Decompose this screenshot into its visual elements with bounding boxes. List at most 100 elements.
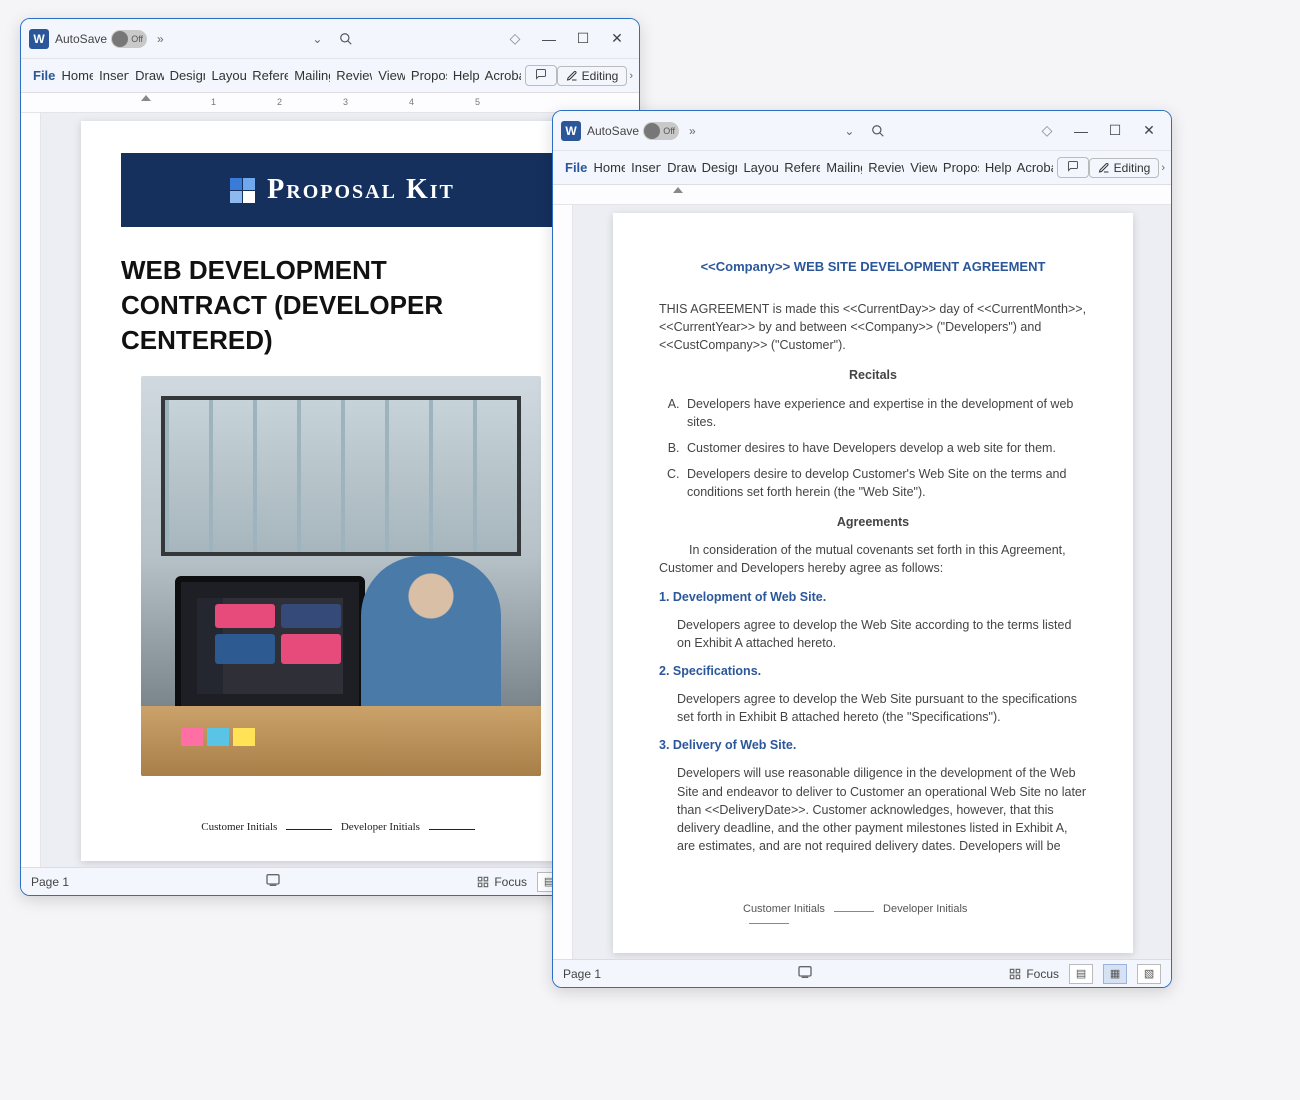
accessibility-icon[interactable] [265, 872, 281, 891]
menu-draw[interactable]: Draw [129, 62, 163, 89]
vertical-ruler[interactable] [553, 205, 573, 959]
menu-acrobat[interactable]: Acrobat [1011, 154, 1053, 181]
ribbon-tabs: File Home Insert Draw Design Layout Refe… [21, 59, 639, 93]
close-button[interactable]: ✕ [1135, 117, 1163, 145]
menu-mailings[interactable]: Mailings [288, 62, 330, 89]
developer-initials-blank[interactable] [749, 923, 789, 924]
horizontal-ruler[interactable] [553, 185, 1171, 205]
menu-proposal[interactable]: Proposal [405, 62, 447, 89]
titlebar: W AutoSave Off » ⌄ ◇ — ☐ ✕ [553, 111, 1171, 151]
comments-button[interactable] [1057, 157, 1089, 178]
menu-review[interactable]: Review [862, 154, 904, 181]
agreements-intro: In consideration of the mutual covenants… [659, 541, 1087, 577]
menu-draw[interactable]: Draw [661, 154, 695, 181]
word-app-icon: W [29, 29, 49, 49]
diamond-icon[interactable]: ◇ [501, 25, 529, 53]
section-3-head: 3. Delivery of Web Site. [659, 736, 1087, 754]
search-icon[interactable] [332, 25, 360, 53]
menu-view[interactable]: View [904, 154, 937, 181]
autosave-toggle[interactable]: AutoSave Off [587, 122, 679, 140]
maximize-button[interactable]: ☐ [569, 25, 597, 53]
customer-initials-blank[interactable] [834, 911, 874, 912]
menu-layout[interactable]: Layout [205, 62, 246, 89]
menu-file[interactable]: File [559, 154, 588, 181]
document-area[interactable]: Proposal Kit WEB DEVELOPMENT CONTRACT (D… [21, 113, 639, 867]
menu-file[interactable]: File [27, 62, 56, 89]
page-1[interactable]: Proposal Kit WEB DEVELOPMENT CONTRACT (D… [81, 121, 601, 861]
diamond-icon[interactable]: ◇ [1033, 117, 1061, 145]
initials-footer: Customer Initials Developer Initials [121, 821, 561, 833]
page-number-label[interactable]: Page 1 [563, 967, 601, 981]
menu-references[interactable]: References [246, 62, 288, 89]
title-dropdown-icon[interactable]: ⌄ [840, 124, 858, 138]
focus-label: Focus [1026, 967, 1059, 981]
menu-proposal[interactable]: Proposal [937, 154, 979, 181]
search-icon[interactable] [864, 117, 892, 145]
minimize-button[interactable]: — [1067, 117, 1095, 145]
indent-marker[interactable] [141, 95, 151, 101]
vertical-ruler[interactable] [21, 113, 41, 867]
recital-a: Developers have experience and expertise… [683, 395, 1087, 431]
menu-home[interactable]: Home [588, 154, 626, 181]
maximize-button[interactable]: ☐ [1101, 117, 1129, 145]
autosave-label: AutoSave [55, 32, 107, 46]
accessibility-icon[interactable] [797, 964, 813, 983]
focus-mode-button[interactable]: Focus [476, 875, 527, 889]
menu-help[interactable]: Help [979, 154, 1011, 181]
brand-name: Proposal Kit [267, 174, 455, 206]
customer-initials-blank[interactable] [286, 829, 332, 830]
document-area[interactable]: <<Company>> WEB SITE DEVELOPMENT AGREEME… [553, 205, 1171, 959]
ruler-tick-3: 3 [343, 97, 348, 107]
comments-button[interactable] [525, 65, 557, 86]
intro-paragraph: THIS AGREEMENT is made this <<CurrentDay… [659, 300, 1087, 354]
developer-initials-blank[interactable] [429, 829, 475, 830]
menu-view[interactable]: View [372, 62, 405, 89]
editing-mode-button[interactable]: Editing [557, 66, 628, 86]
menu-home[interactable]: Home [56, 62, 94, 89]
page-number-label[interactable]: Page 1 [31, 875, 69, 889]
menu-references[interactable]: References [778, 154, 820, 181]
statusbar: Page 1 Focus ▤ ▦ ▧ [21, 867, 639, 895]
toggle-pill[interactable]: Off [111, 30, 147, 48]
menu-design[interactable]: Design [696, 154, 738, 181]
menu-acrobat[interactable]: Acrobat [479, 62, 521, 89]
autosave-toggle[interactable]: AutoSave Off [55, 30, 147, 48]
view-print-button[interactable]: ▦ [1103, 964, 1127, 984]
titlebar: W AutoSave Off » ⌄ ◇ — ☐ ✕ [21, 19, 639, 59]
page-1[interactable]: <<Company>> WEB SITE DEVELOPMENT AGREEME… [613, 213, 1133, 953]
focus-mode-button[interactable]: Focus [1008, 967, 1059, 981]
menu-review[interactable]: Review [330, 62, 372, 89]
ribbon-overflow-icon[interactable]: › [629, 70, 633, 82]
editing-label: Editing [582, 69, 619, 83]
proposalkit-logo-icon [227, 175, 257, 205]
view-web-button[interactable]: ▧ [1137, 964, 1161, 984]
ruler-tick-4: 4 [409, 97, 414, 107]
autosave-state: Off [663, 126, 675, 136]
qat-overflow-icon[interactable]: » [153, 32, 168, 46]
qat-overflow-icon[interactable]: » [685, 124, 700, 138]
close-button[interactable]: ✕ [603, 25, 631, 53]
editing-mode-button[interactable]: Editing [1089, 158, 1160, 178]
menu-layout[interactable]: Layout [737, 154, 778, 181]
horizontal-ruler[interactable]: 1 2 3 4 5 [21, 93, 639, 113]
menu-insert[interactable]: Insert [625, 154, 661, 181]
view-read-button[interactable]: ▤ [1069, 964, 1093, 984]
menu-mailings[interactable]: Mailings [820, 154, 862, 181]
customer-initials-label: Customer Initials [743, 903, 825, 915]
menu-help[interactable]: Help [447, 62, 479, 89]
indent-marker[interactable] [673, 187, 683, 193]
autosave-label: AutoSave [587, 124, 639, 138]
word-window-2: W AutoSave Off » ⌄ ◇ — ☐ ✕ File Home Ins… [552, 110, 1172, 988]
menu-design[interactable]: Design [164, 62, 206, 89]
developer-initials-label: Developer Initials [341, 821, 420, 833]
section-2-body: Developers agree to develop the Web Site… [677, 690, 1087, 726]
section-1-body: Developers agree to develop the Web Site… [677, 616, 1087, 652]
minimize-button[interactable]: — [535, 25, 563, 53]
contract-body: THIS AGREEMENT is made this <<CurrentDay… [659, 300, 1087, 865]
ribbon-overflow-icon[interactable]: › [1161, 162, 1165, 174]
title-dropdown-icon[interactable]: ⌄ [308, 32, 326, 46]
toggle-pill[interactable]: Off [643, 122, 679, 140]
section-3-body: Developers will use reasonable diligence… [677, 764, 1087, 855]
menu-insert[interactable]: Insert [93, 62, 129, 89]
toggle-knob [644, 123, 660, 139]
